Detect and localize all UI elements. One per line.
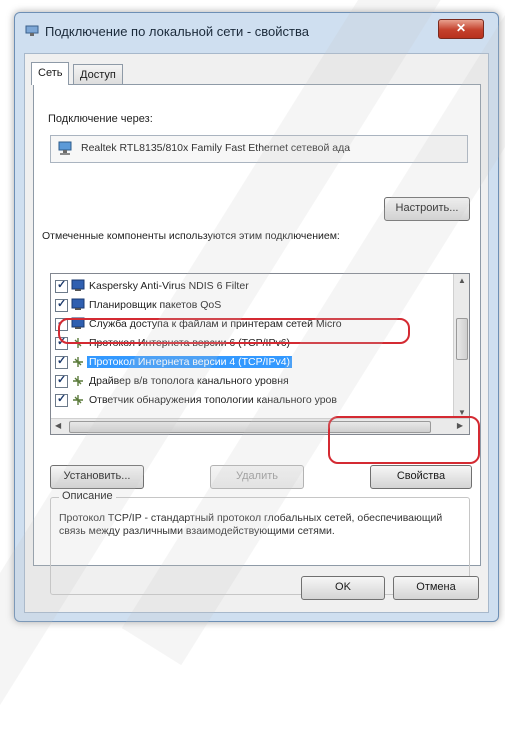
vertical-scrollbar[interactable]: ▲ ▼ [453, 274, 469, 419]
checkmark-icon: ✓ [57, 336, 67, 348]
component-checkbox[interactable]: ✓ [55, 298, 68, 312]
component-row[interactable]: ✓ Служба доступа к файлам и принтерам сет… [51, 316, 451, 332]
properties-button[interactable]: Свойства [370, 465, 472, 489]
component-label: Протокол Интернета версии 4 (TCP/IPv4) [87, 356, 293, 368]
remove-button[interactable]: Удалить [210, 465, 304, 489]
checkmark-icon: ✓ [57, 317, 67, 329]
tab-sharing[interactable]: Доступ [73, 64, 123, 85]
dialog-client: Сеть Доступ Подключение через: Realtek R… [24, 53, 489, 613]
install-button[interactable]: Установить... [50, 465, 144, 489]
component-checkbox[interactable]: ✓ [55, 393, 68, 407]
horizontal-scrollbar[interactable]: ◀ ▶ [51, 418, 469, 434]
component-label: Планировщик пакетов QoS [89, 299, 222, 311]
component-row[interactable]: ✓ Kaspersky Anti-Virus NDIS 6 Filter [51, 278, 451, 294]
tab-network[interactable]: Сеть [31, 62, 70, 85]
checkmark-icon: ✓ [57, 374, 67, 386]
component-row[interactable]: ✓ Протокол Интернета версии 4 (TCP/IPv4) [51, 354, 451, 370]
component-checkbox[interactable]: ✓ [55, 355, 68, 369]
components-label: Отмеченные компоненты используются этим … [42, 230, 340, 242]
protocol-icon [73, 376, 83, 386]
description-legend: Описание [59, 490, 116, 502]
close-button[interactable]: ✕ [438, 19, 484, 39]
scroll-left-icon[interactable]: ◀ [55, 421, 61, 430]
adapter-name: Realtek RTL8135/810x Family Fast Etherne… [81, 142, 351, 154]
protocol-icon [73, 357, 83, 367]
tab-panel: Подключение через: Realtek RTL8135/810x … [33, 84, 481, 595]
component-label: Протокол Интернета версии 6 (TCP/IPv6) [89, 337, 291, 349]
network-adapter-icon [58, 141, 72, 155]
window-title: Подключение по локальной сети - свойства [45, 24, 309, 39]
components-list[interactable]: ✓ Ответчик обнаружения топологии канально… [50, 273, 470, 435]
component-label: Драйвер в/в тополога канального уровня [89, 375, 289, 387]
component-row[interactable]: ✓ Драйвер в/в тополога канального уровня [51, 373, 451, 389]
protocol-icon [73, 395, 83, 405]
network-client-icon [71, 298, 85, 310]
checkmark-icon: ✓ [57, 298, 67, 310]
scroll-down-icon[interactable]: ▼ [458, 408, 466, 417]
network-connection-icon [25, 25, 39, 36]
component-label: Kaspersky Anti-Virus NDIS 6 Filter [89, 280, 249, 292]
component-checkbox[interactable]: ✓ [55, 279, 68, 293]
network-client-icon [71, 279, 85, 291]
connect-via-label: Подключение через: [48, 113, 153, 125]
component-label: Ответчик обнаружения топологии канальног… [89, 394, 337, 406]
adapter-field: Realtek RTL8135/810x Family Fast Etherne… [50, 135, 468, 163]
scroll-right-icon[interactable]: ▶ [457, 421, 463, 430]
ok-button[interactable]: OK [301, 576, 385, 600]
horizontal-scroll-thumb[interactable] [69, 421, 431, 433]
component-row[interactable]: ✓ Протокол Интернета версии 6 (TCP/IPv6) [51, 335, 451, 351]
component-checkbox[interactable]: ✓ [55, 374, 68, 388]
configure-button[interactable]: Настроить... [384, 197, 470, 221]
checkmark-icon: ✓ [57, 279, 67, 291]
cancel-button[interactable]: Отмена [393, 576, 479, 600]
protocol-icon [73, 338, 83, 348]
component-checkbox[interactable]: ✓ [55, 317, 68, 331]
properties-dialog: Подключение по локальной сети - свойства… [14, 12, 499, 622]
component-row[interactable]: ✓ Планировщик пакетов QoS [51, 297, 451, 313]
component-checkbox[interactable]: ✓ [55, 336, 68, 350]
checkmark-icon: ✓ [57, 393, 67, 405]
network-client-icon [71, 317, 85, 329]
scroll-up-icon[interactable]: ▲ [458, 276, 466, 285]
component-label: Служба доступа к файлам и принтерам сете… [89, 318, 342, 330]
vertical-scroll-thumb[interactable] [456, 318, 468, 360]
component-row[interactable]: ✓ Ответчик обнаружения топологии канально… [51, 392, 451, 408]
title-bar[interactable]: Подключение по локальной сети - свойства… [15, 13, 498, 49]
description-text: Протокол TCP/IP - стандартный протокол г… [59, 512, 443, 537]
checkmark-icon: ✓ [57, 355, 67, 367]
